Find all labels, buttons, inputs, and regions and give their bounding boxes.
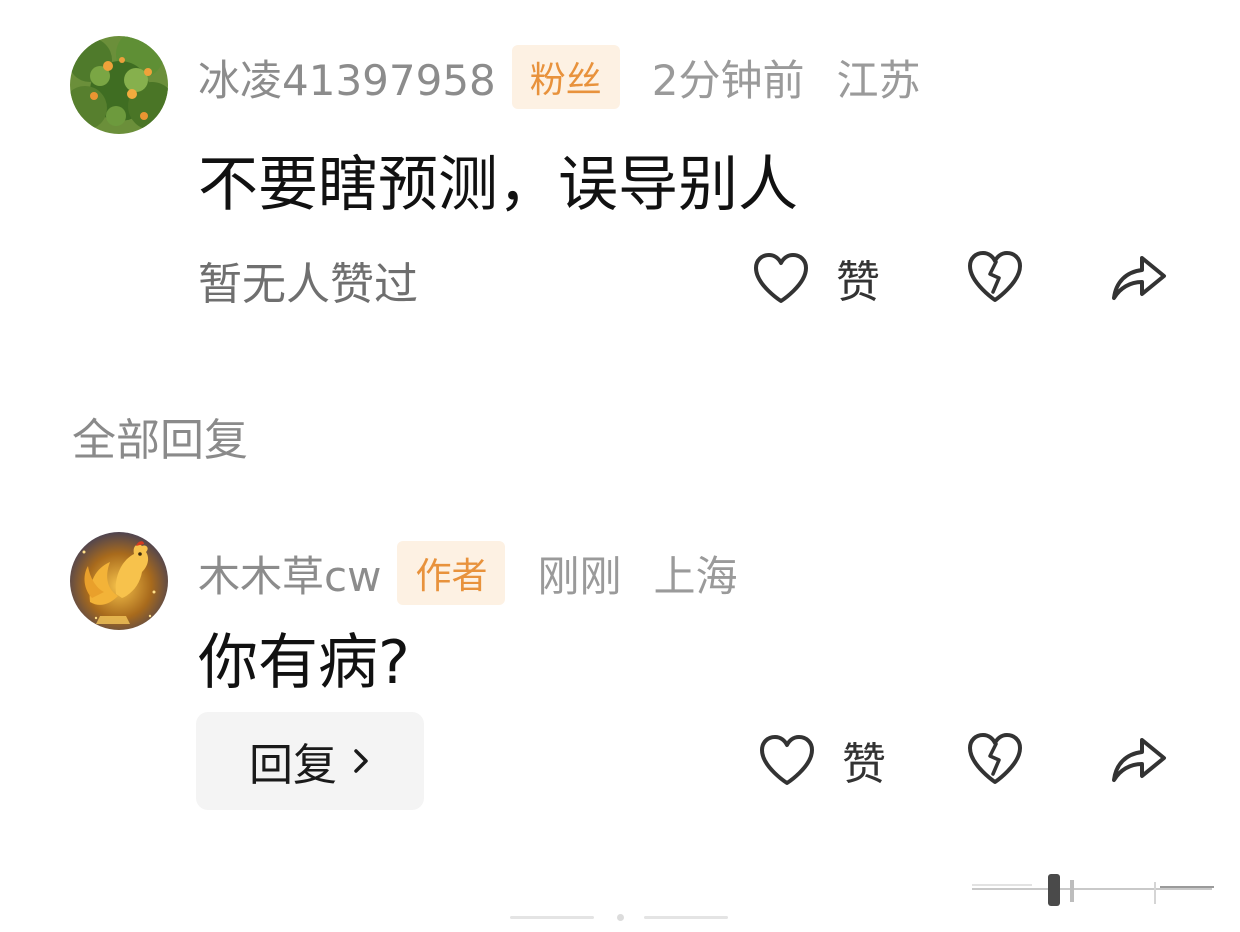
username[interactable]: 冰凌41397958 bbox=[198, 47, 496, 108]
all-replies-heading: 全部回复 bbox=[72, 415, 248, 466]
share-button[interactable] bbox=[1108, 730, 1168, 790]
author-badge: 作者 bbox=[397, 541, 506, 605]
broken-heart-icon bbox=[968, 251, 1022, 302]
broken-heart-icon bbox=[968, 733, 1022, 784]
page-indicator-bar bbox=[644, 916, 728, 919]
orange-tree-avatar-icon bbox=[70, 36, 168, 134]
username[interactable]: 木木草cw bbox=[198, 543, 381, 604]
comment-meta: 冰凌41397958 粉丝 2分钟前 江苏 bbox=[198, 44, 921, 110]
timestamp: 刚刚 bbox=[537, 551, 622, 601]
golden-rooster-avatar-icon bbox=[70, 532, 168, 630]
timestamp: 2分钟前 bbox=[651, 55, 805, 105]
like-label: 赞 bbox=[842, 739, 886, 790]
avatar[interactable] bbox=[70, 36, 168, 134]
share-arrow-icon bbox=[1112, 738, 1166, 782]
watermark-graphic bbox=[970, 868, 1216, 910]
like-button[interactable]: 赞 bbox=[758, 730, 886, 790]
page-indicator bbox=[510, 912, 730, 922]
page-indicator-bar bbox=[510, 916, 594, 919]
comment-item: 冰凌41397958 粉丝 2分钟前 江苏 不要瞎预测，误导别人 暂无人赞过 赞 bbox=[0, 36, 1240, 336]
dislike-button[interactable] bbox=[966, 248, 1024, 308]
dislike-button[interactable] bbox=[966, 730, 1024, 790]
avatar[interactable] bbox=[70, 532, 168, 630]
comment-item: 木木草cw 作者 刚刚 上海 你有病? 回复 赞 bbox=[0, 532, 1240, 822]
comment-text[interactable]: 不要瞎预测，误导别人 bbox=[198, 136, 798, 223]
share-button[interactable] bbox=[1108, 248, 1168, 308]
location: 上海 bbox=[653, 551, 738, 601]
location: 江苏 bbox=[836, 55, 921, 105]
heart-outline-icon bbox=[760, 735, 814, 785]
like-button[interactable]: 赞 bbox=[752, 248, 880, 308]
page-indicator-dot bbox=[617, 914, 624, 921]
like-label: 赞 bbox=[836, 257, 880, 308]
comment-actions: 赞 bbox=[0, 248, 1240, 308]
comment-text[interactable]: 你有病? bbox=[198, 614, 410, 701]
share-arrow-icon bbox=[1112, 256, 1166, 300]
comment-meta: 木木草cw 作者 刚刚 上海 bbox=[198, 540, 738, 606]
comment-actions: 赞 bbox=[0, 730, 1240, 790]
heart-outline-icon bbox=[754, 253, 808, 303]
fan-badge: 粉丝 bbox=[511, 45, 620, 109]
